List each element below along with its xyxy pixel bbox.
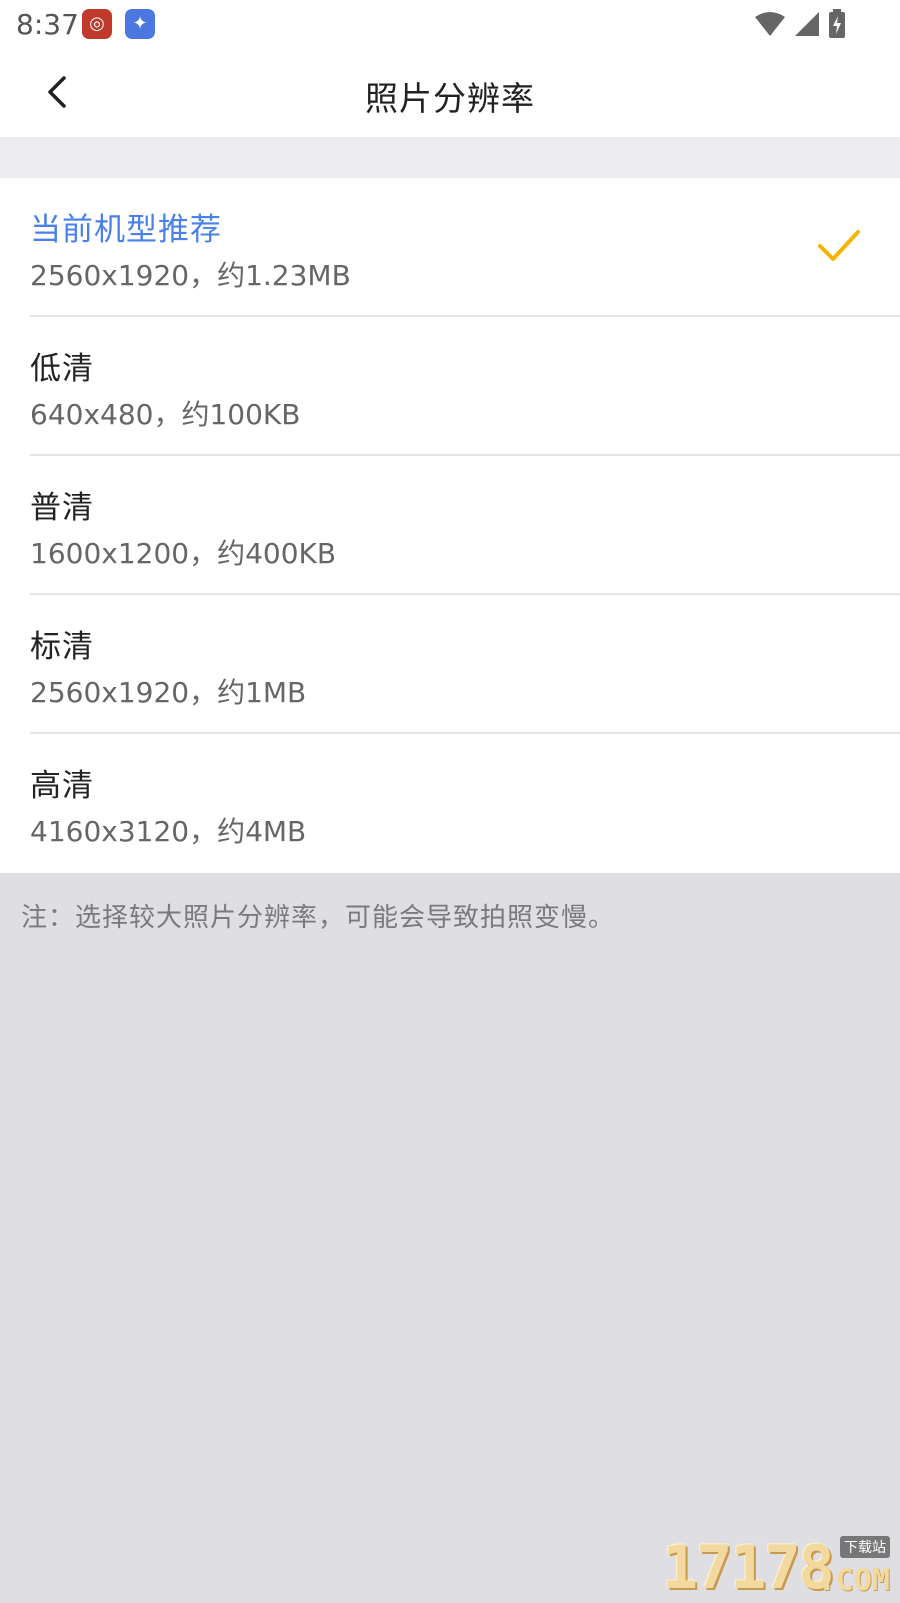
option-desc: 2560x1920，约1.23MB [30, 259, 351, 292]
status-time: 8:37 [16, 8, 79, 41]
option-normal[interactable]: 普清 1600x1200，约400KB [0, 456, 900, 595]
site-watermark-logo: 17178 下载站 .COM [662, 1532, 892, 1598]
option-recommended[interactable]: 当前机型推荐 2560x1920，约1.23MB [0, 178, 900, 317]
option-desc: 4160x3120，约4MB [30, 815, 307, 848]
section-gap [0, 137, 900, 178]
signal-icon [795, 12, 819, 36]
watermark-suffix: .COM [817, 1563, 890, 1598]
watermark-number: 17178 [662, 1533, 835, 1603]
page-title: 照片分辨率 [365, 79, 535, 118]
status-bar: 8:37 ◎ ✦ [0, 0, 900, 48]
option-name: 当前机型推荐 [30, 212, 222, 248]
check-icon [818, 230, 860, 261]
option-name: 低清 [30, 351, 94, 387]
resolution-options-list: 当前机型推荐 2560x1920，约1.23MB 低清 640x480，约100… [0, 178, 900, 873]
option-name: 普清 [30, 490, 94, 526]
weibo-app-icon: ◎ [82, 9, 112, 39]
top-navigation-bar: 照片分辨率 [0, 48, 900, 137]
bird-app-icon: ✦ [125, 9, 155, 39]
option-standard[interactable]: 标清 2560x1920，约1MB [0, 595, 900, 734]
option-desc: 1600x1200，约400KB [30, 537, 337, 570]
option-low[interactable]: 低清 640x480，约100KB [0, 317, 900, 456]
resolution-note: 注：选择较大照片分辨率，可能会导致拍照变慢。 [21, 903, 616, 933]
option-name: 高清 [30, 768, 94, 804]
watermark-site-label: 下载站 [840, 1536, 890, 1558]
option-desc: 640x480，约100KB [30, 398, 301, 431]
option-high[interactable]: 高清 4160x3120，约4MB [0, 734, 900, 873]
option-desc: 2560x1920，约1MB [30, 676, 307, 709]
wifi-icon [755, 12, 785, 36]
battery-charging-icon [829, 9, 845, 38]
option-name: 标清 [30, 629, 94, 665]
